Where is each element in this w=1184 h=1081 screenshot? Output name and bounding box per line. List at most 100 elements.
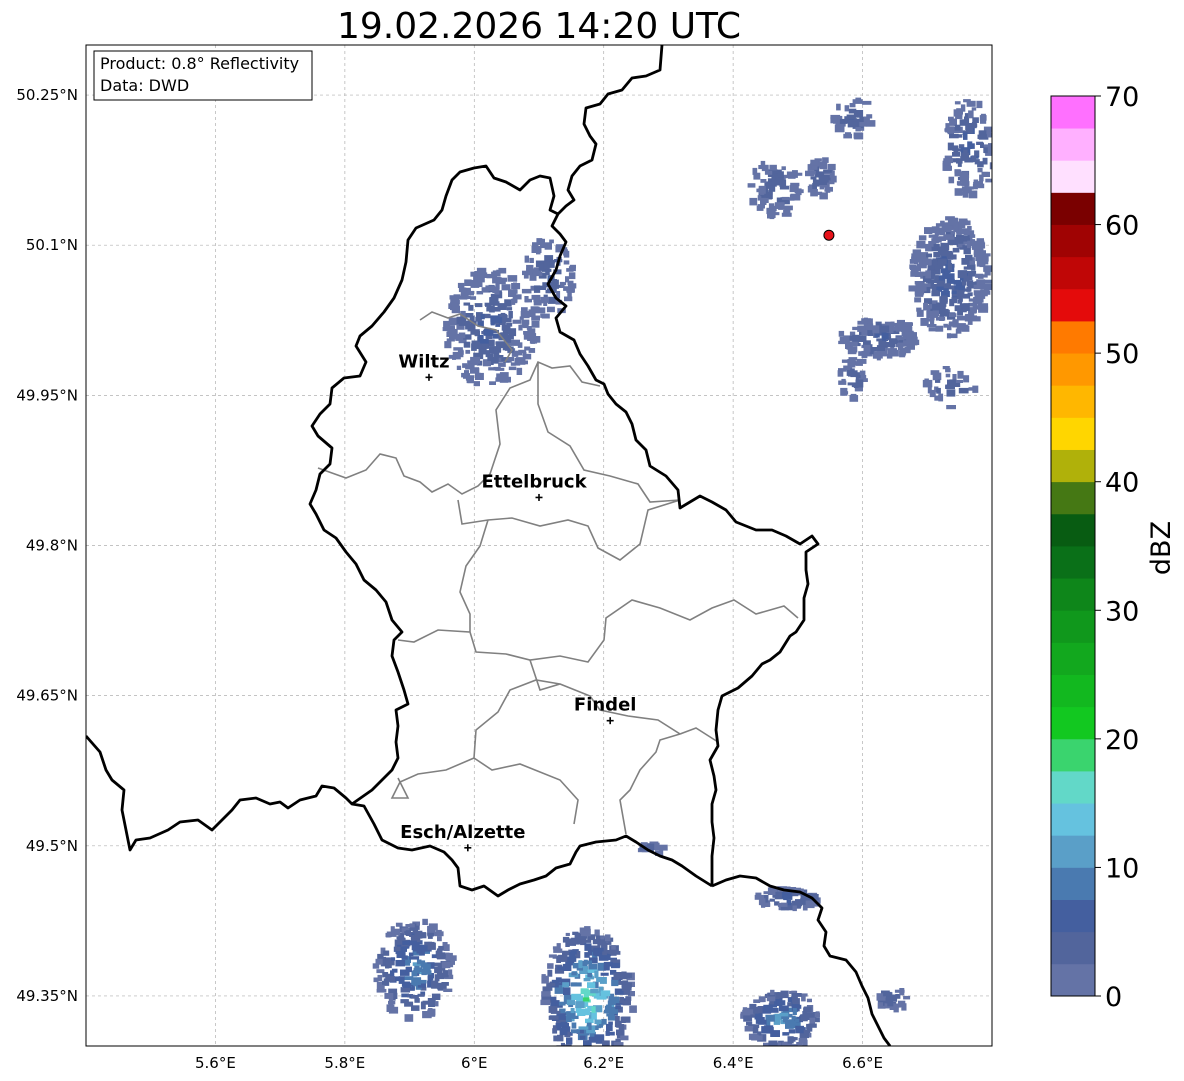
echo-cell xyxy=(607,1014,615,1021)
echo-cell xyxy=(565,932,570,936)
lat-tick-label: 49.65°N xyxy=(16,687,78,705)
echo-cell xyxy=(769,185,776,192)
colorbar-bin xyxy=(1051,513,1095,547)
echo-cell xyxy=(836,103,841,111)
echo-cell xyxy=(568,281,574,287)
echo-cell xyxy=(540,238,545,247)
echo-cell xyxy=(456,365,462,370)
echo-cell xyxy=(560,1021,568,1027)
lat-tick-label: 49.35°N xyxy=(16,987,78,1005)
echo-cell xyxy=(916,309,924,317)
echo-cell xyxy=(746,1021,753,1026)
echo-cell xyxy=(566,1057,575,1064)
echo-cell xyxy=(949,313,957,317)
echo-cell xyxy=(855,361,863,366)
echo-cell xyxy=(606,1023,613,1031)
echo-cell xyxy=(770,989,775,995)
echo-cell xyxy=(525,298,532,303)
echo-cell xyxy=(600,972,609,976)
echo-cell xyxy=(584,952,590,958)
echo-cell xyxy=(557,966,566,971)
echo-cell xyxy=(754,894,765,900)
echo-cell xyxy=(859,370,866,376)
echo-cell xyxy=(592,948,598,956)
colorbar-label: dBZ xyxy=(1146,521,1177,575)
echo-cell xyxy=(396,950,403,958)
echo-cell xyxy=(958,270,968,274)
colorbar-bin xyxy=(1051,738,1095,772)
echo-cell xyxy=(458,349,464,358)
echo-cell xyxy=(563,260,570,265)
echo-cell xyxy=(936,286,944,290)
echo-cell xyxy=(582,997,590,1002)
echo-cell xyxy=(810,159,819,166)
echo-cell xyxy=(458,287,467,293)
echo-cell xyxy=(524,255,529,263)
echo-cell xyxy=(763,891,769,895)
echo-cell xyxy=(566,999,575,1006)
echo-cell xyxy=(475,303,483,308)
colorbar-bin xyxy=(1051,578,1095,611)
colorbar-bin xyxy=(1051,835,1095,868)
echo-cell xyxy=(557,1034,564,1042)
echo-cell xyxy=(571,982,582,987)
echo-cell xyxy=(941,295,947,303)
echo-cell xyxy=(464,370,470,376)
echo-cell xyxy=(831,115,838,122)
echo-cell xyxy=(929,389,936,398)
echo-cell xyxy=(489,297,497,305)
colorbar-tick-label: 60 xyxy=(1105,211,1139,242)
echo-cell xyxy=(957,299,963,304)
echo-cell xyxy=(932,310,939,317)
echo-cell xyxy=(922,258,932,266)
echo-cell xyxy=(975,254,983,262)
echo-cell xyxy=(899,988,905,996)
echo-cell xyxy=(541,991,551,997)
echo-cell xyxy=(983,283,992,291)
city-label: Findel xyxy=(574,695,637,716)
lon-tick-label: 5.6°E xyxy=(195,1054,236,1072)
echo-cell xyxy=(566,268,574,272)
echo-cell xyxy=(558,954,568,962)
echo-cell xyxy=(963,132,968,140)
echo-cell xyxy=(955,240,964,244)
echo-cell xyxy=(531,320,540,328)
echo-cell xyxy=(792,905,797,912)
echo-cell xyxy=(520,310,530,319)
echo-cell xyxy=(947,225,953,231)
map-title: 19.02.2026 14:20 UTC xyxy=(337,6,741,47)
echo-cell xyxy=(892,338,898,345)
echo-cell xyxy=(784,205,793,211)
echo-cell xyxy=(901,1003,907,1011)
echo-cell xyxy=(888,351,895,356)
echo-cell xyxy=(839,118,848,124)
echo-cell xyxy=(958,387,969,394)
echo-cell xyxy=(966,100,976,107)
echo-cell xyxy=(944,165,952,171)
echo-cell xyxy=(922,379,933,388)
echo-cell xyxy=(953,218,959,226)
echo-cell xyxy=(416,959,422,965)
echo-cell xyxy=(529,313,536,317)
echo-cell xyxy=(430,985,441,989)
echo-cell xyxy=(596,995,607,1000)
echo-cell xyxy=(594,1019,602,1024)
echo-cell xyxy=(948,176,955,184)
colorbar-bin xyxy=(1051,288,1095,322)
echo-cell xyxy=(550,1010,561,1014)
echo-cell xyxy=(507,275,518,282)
colorbar-bin xyxy=(1051,96,1095,129)
colorbar-bin xyxy=(1051,481,1095,515)
echo-cell xyxy=(909,266,915,271)
echo-cell xyxy=(883,992,893,997)
echo-cell xyxy=(985,178,992,183)
echo-cell xyxy=(798,1037,808,1044)
echo-cell xyxy=(925,247,932,252)
colorbar-bin xyxy=(1051,353,1095,386)
echo-cell xyxy=(781,166,786,171)
colorbar-bin xyxy=(1051,642,1095,675)
echo-cell xyxy=(629,1005,637,1013)
echo-cell xyxy=(957,308,963,316)
echo-cell xyxy=(841,378,846,385)
lat-tick-label: 49.95°N xyxy=(16,386,78,404)
